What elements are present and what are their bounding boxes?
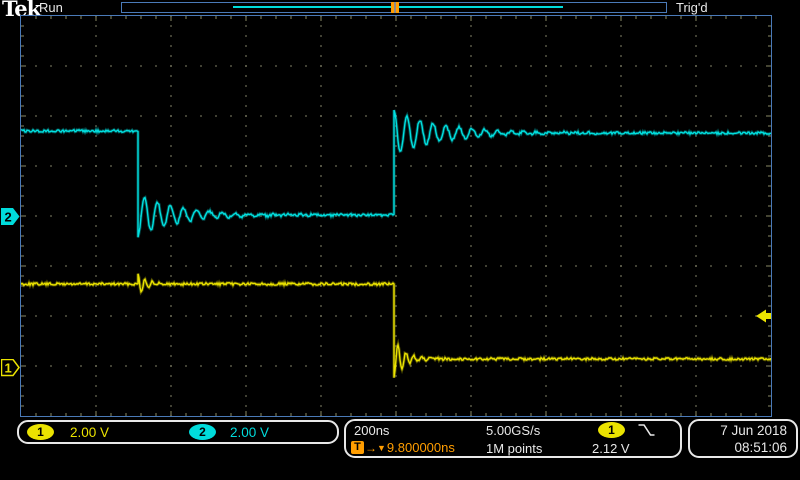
channel-1-marker-label: 1	[5, 361, 12, 376]
oscilloscope-screen: Tek Run Trig'd T 2 1 1 2.00 V 2 2.00 V 2…	[0, 0, 800, 480]
trigger-arrow-icon: →	[365, 441, 377, 455]
channel-2-ground-marker: 2	[1, 208, 21, 226]
trigger-falling-slope-icon	[637, 423, 656, 438]
timebase-readout: 200ns	[354, 423, 389, 438]
record-length-readout: 1M points	[486, 441, 542, 456]
trigger-position-readout: T→▼9.800000ns	[351, 440, 455, 455]
trigger-level-readout: 2.12 V	[592, 441, 630, 456]
channel-1-badge: 1	[27, 424, 54, 440]
record-trigger-core	[394, 2, 396, 13]
sample-rate-readout: 5.00GS/s	[486, 423, 540, 438]
channel-1-ground-marker: 1	[1, 359, 21, 377]
time-readout: 08:51:06	[734, 440, 787, 455]
graticule	[20, 15, 772, 417]
date-readout: 7 Jun 2018	[720, 423, 787, 438]
channel-2-scale: 2.00 V	[230, 425, 269, 440]
waveform-trace-glow	[21, 110, 771, 237]
trigger-marker-icon: ▼	[377, 443, 386, 453]
trigger-level-arrow-icon	[755, 308, 773, 324]
trigger-t-icon: T	[351, 441, 364, 454]
trigger-status: Trig'd	[676, 0, 708, 15]
channel-1-scale: 2.00 V	[70, 425, 109, 440]
datetime-readout: 7 Jun 2018 08:51:06	[688, 419, 798, 458]
channel-scale-readout: 1 2.00 V 2 2.00 V	[17, 420, 339, 444]
trigger-position-value: 9.800000ns	[387, 440, 455, 455]
horizontal-trigger-readout: 200ns 5.00GS/s 1 T→▼9.800000ns 1M points…	[344, 419, 682, 458]
acquisition-status: Run	[39, 0, 63, 15]
channel-2-badge: 2	[189, 424, 216, 440]
record-trigger-position-icon	[391, 2, 399, 13]
channel-2-marker-label: 2	[5, 210, 12, 225]
waveform-display	[21, 16, 771, 416]
record-view-bar	[121, 2, 667, 13]
trigger-source-badge: 1	[598, 422, 625, 438]
